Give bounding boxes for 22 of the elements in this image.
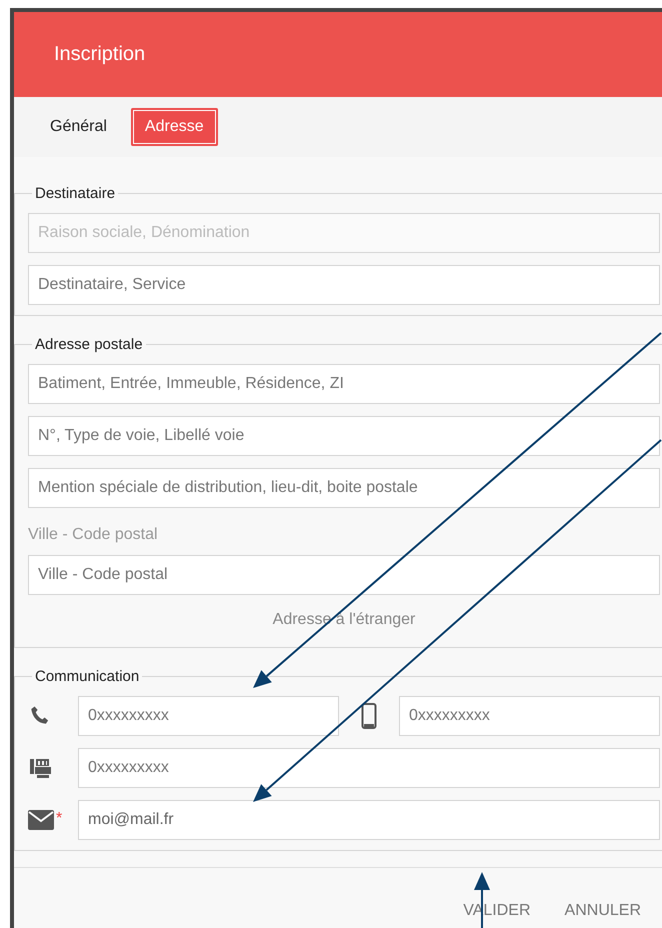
text-field[interactable]: Destinataire, Service [28,265,660,305]
section-legend: Communication [32,668,142,685]
text-field[interactable]: Batiment, Entrée, Immeuble, Résidence, ZI [28,364,660,404]
text-field[interactable]: 0xxxxxxxxx [78,748,660,788]
text-field[interactable]: Mention spéciale de distribution, lieu-dit, boite postale [28,468,660,508]
text-field[interactable]: 0xxxxxxxxx [399,696,660,736]
field-label: Ville - Code postal [28,526,159,544]
mobile-phone-icon [361,703,377,729]
foreign-address-link[interactable]: Adresse à l'étranger [272,611,416,629]
tab[interactable]: Général [36,108,121,146]
required-mark: * [56,810,62,828]
section-legend: Destinataire [32,185,118,202]
text-field[interactable]: moi@mail.fr [78,800,660,840]
text-field[interactable]: Ville - Code postal [28,555,660,595]
dialog-title: Inscription [54,43,146,66]
dialog-button[interactable]: ANNULER [560,898,645,924]
section-legend: Adresse postale [32,336,146,353]
tab[interactable]: Adresse [130,108,218,146]
text-field[interactable]: N°, Type de voie, Libellé voie [28,416,660,456]
fax-icon [28,756,52,780]
text-field[interactable]: 0xxxxxxxxx [78,696,339,736]
mail-icon [28,810,54,830]
